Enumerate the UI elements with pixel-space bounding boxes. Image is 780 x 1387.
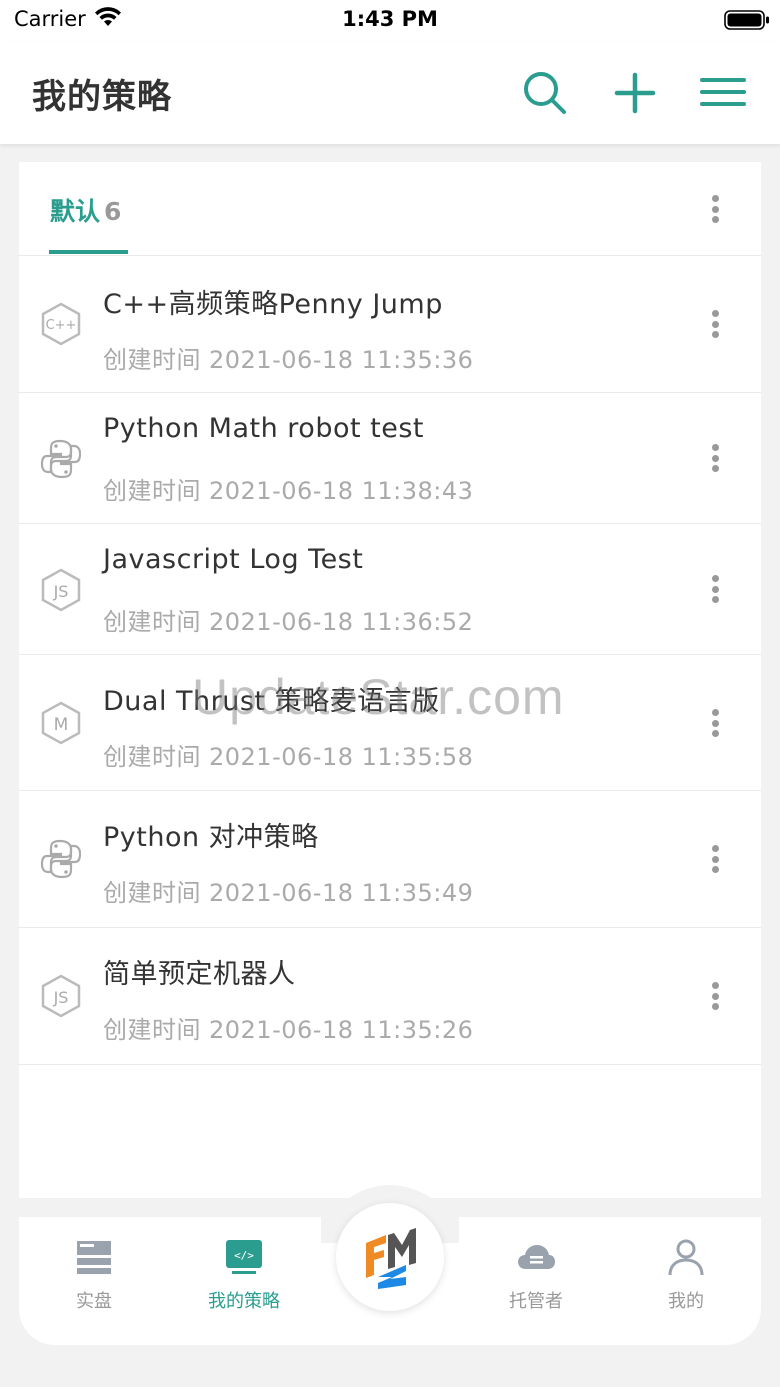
strategy-title: Python 对冲策略 (103, 822, 319, 853)
tab-default-group[interactable]: 默认 6 (50, 192, 121, 228)
strategy-title: Dual Thrust 策略麦语言版 (103, 686, 440, 717)
tab-default-count: 6 (104, 197, 122, 226)
tab-my-strategies[interactable]: </> 我的策略 (184, 1237, 304, 1317)
mylanguage-icon: M (41, 701, 81, 745)
cpp-icon: C++ (41, 302, 81, 346)
javascript-icon: JS (41, 974, 81, 1018)
strategy-created-time: 创建时间 2021-06-18 11:35:26 (103, 1016, 474, 1044)
server-icon (77, 1241, 111, 1274)
active-tab-indicator (49, 250, 128, 254)
strategy-title: Javascript Log Test (103, 544, 364, 575)
center-logo-button[interactable] (336, 1203, 444, 1311)
strategy-created-time: 创建时间 2021-06-18 11:35:49 (103, 879, 474, 907)
strategy-item[interactable]: Python Math robot test 创建时间 2021-06-18 11… (19, 393, 761, 524)
strategy-more-icon[interactable] (705, 438, 725, 478)
strategy-created-time: 创建时间 2021-06-18 11:35:58 (103, 743, 474, 771)
strategy-created-time: 创建时间 2021-06-18 11:36:52 (103, 608, 474, 636)
group-more-icon[interactable] (705, 189, 725, 229)
strategy-created-time: 创建时间 2021-06-18 11:35:36 (103, 346, 474, 374)
svg-text:M: M (54, 715, 69, 735)
code-screen-icon: </> (226, 1240, 262, 1274)
strategy-more-icon[interactable] (705, 839, 725, 879)
strategy-created-time: 创建时间 2021-06-18 11:38:43 (103, 477, 474, 505)
user-icon (668, 1239, 704, 1276)
fmz-logo-icon (366, 1228, 416, 1289)
status-time: 1:43 PM (342, 7, 438, 31)
python-icon (40, 839, 82, 879)
strategy-title: C++高频策略Penny Jump (103, 289, 443, 320)
menu-icon[interactable] (698, 68, 748, 118)
tab-docker[interactable]: 托管者 (476, 1237, 596, 1317)
page-title: 我的策略 (32, 77, 172, 117)
svg-text:</>: </> (234, 1249, 254, 1262)
status-bar: Carrier 1:43 PM (0, 0, 780, 42)
strategy-title: Python Math robot test (103, 413, 424, 444)
strategy-item[interactable]: C++ C++高频策略Penny Jump 创建时间 2021-06-18 11:… (19, 256, 761, 393)
tab-label: 我的 (668, 1291, 704, 1312)
strategy-list-card: 默认 6 C++ C++高频策略Penny Jump 创建时间 2021-06-18… (19, 162, 761, 1198)
strategy-item[interactable]: M Dual Thrust 策略麦语言版 创建时间 2021-06-18 11:3… (19, 655, 761, 791)
tab-label: 托管者 (509, 1291, 563, 1312)
nav-bar: 我的策略 (0, 42, 780, 144)
search-icon[interactable] (520, 68, 570, 118)
svg-text:JS: JS (53, 582, 69, 601)
strategy-item[interactable]: JS 简单预定机器人 创建时间 2021-06-18 11:35:26 (19, 928, 761, 1065)
battery-icon (724, 10, 769, 30)
strategy-more-icon[interactable] (705, 703, 725, 743)
tab-label: 我的策略 (208, 1291, 280, 1312)
add-strategy-icon[interactable] (610, 68, 660, 118)
svg-text:JS: JS (53, 988, 69, 1007)
strategy-title: 简单预定机器人 (103, 959, 296, 990)
svg-text:C++: C++ (46, 318, 77, 333)
strategy-more-icon[interactable] (705, 569, 725, 609)
strategy-item[interactable]: Python 对冲策略 创建时间 2021-06-18 11:35:49 (19, 791, 761, 928)
cloud-icon (518, 1245, 555, 1269)
tab-profile[interactable]: 我的 (626, 1237, 746, 1317)
tab-default-label: 默认 (50, 197, 101, 226)
javascript-icon: JS (41, 568, 81, 612)
tab-live-trading[interactable]: 实盘 (34, 1237, 154, 1317)
group-tab-header: 默认 6 (19, 162, 761, 256)
strategy-more-icon[interactable] (705, 304, 725, 344)
python-icon (40, 439, 82, 479)
strategy-item[interactable]: JS Javascript Log Test 创建时间 2021-06-18 11… (19, 524, 761, 655)
tab-label: 实盘 (76, 1291, 112, 1312)
strategy-more-icon[interactable] (705, 976, 725, 1016)
